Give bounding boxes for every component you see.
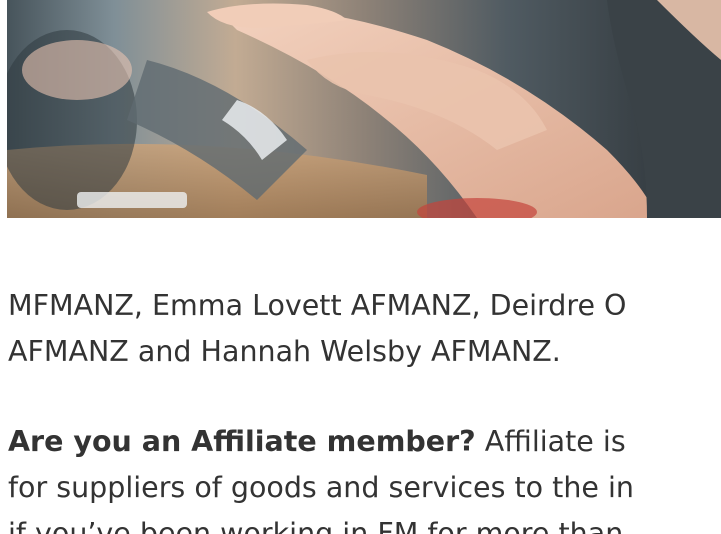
- affiliate-paragraph-line-3: if you’ve been working in FM for more th…: [8, 517, 624, 534]
- affiliate-text-start: Affiliate is: [475, 425, 626, 458]
- member-names-line-1: MFMANZ, Emma Lovett AFMANZ, Deirdre O: [8, 289, 627, 322]
- hero-image: [7, 0, 721, 218]
- page: MFMANZ, Emma Lovett AFMANZ, Deirdre O AF…: [0, 0, 721, 534]
- affiliate-paragraph-line-2: for suppliers of goods and services to t…: [8, 471, 634, 504]
- article-text: MFMANZ, Emma Lovett AFMANZ, Deirdre O AF…: [8, 283, 721, 534]
- raised-hands-photo: [7, 0, 721, 218]
- affiliate-paragraph-line-1: Are you an Affiliate member? Affiliate i…: [8, 419, 721, 465]
- affiliate-question: Are you an Affiliate member?: [8, 425, 476, 458]
- member-names-line-2: AFMANZ and Hannah Welsby AFMANZ.: [8, 335, 561, 368]
